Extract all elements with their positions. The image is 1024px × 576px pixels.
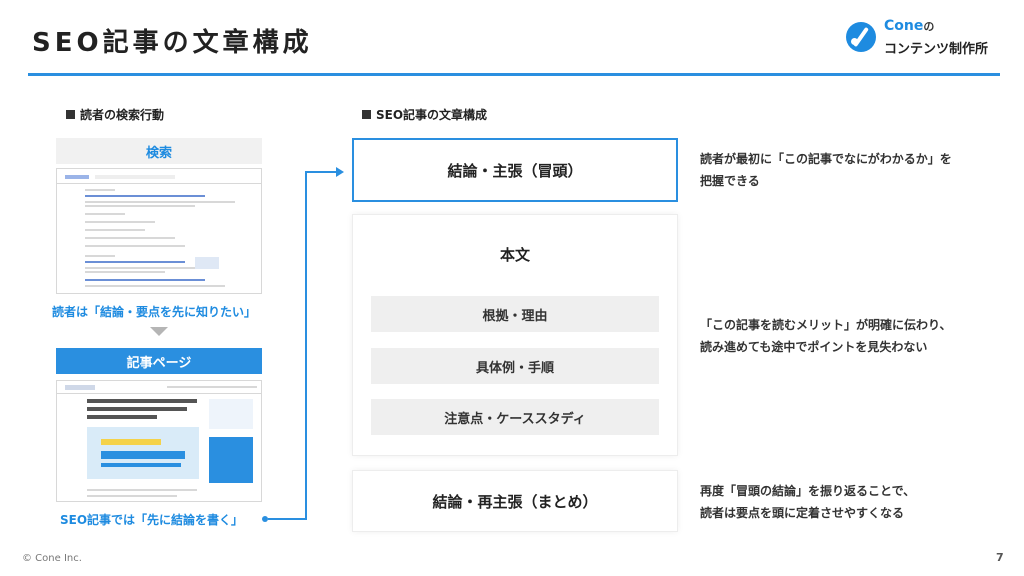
note-reconclusion: 再度「冒頭の結論」を振り返ることで、 読者は要点を頭に定着させやすくなる [700, 484, 916, 520]
body-item-examples: 具体例・手順 [371, 348, 659, 384]
copyright: © Cone Inc. [22, 553, 82, 564]
page-number: 7 [996, 551, 1004, 564]
square-bullet-icon [362, 110, 371, 119]
note-conclusion: 読者が最初に「この記事でなにがわかるか」を 把握できる [700, 152, 952, 188]
body-title: 本文 [499, 246, 530, 264]
conclusion-block: 結論・主張（冒頭） [352, 138, 678, 202]
middle-section-label: SEO記事の文章構成 [362, 106, 487, 123]
reconclusion-block: 結論・再主張（まとめ） [352, 470, 678, 532]
note-body: 「この記事を読むメリット」が明確に伝わり、 読み進めても途中でポイントを見失わな… [700, 318, 952, 354]
body-item-cautions: 注意点・ケーススタディ [371, 399, 659, 435]
body-item-reasons: 根拠・理由 [371, 296, 659, 332]
